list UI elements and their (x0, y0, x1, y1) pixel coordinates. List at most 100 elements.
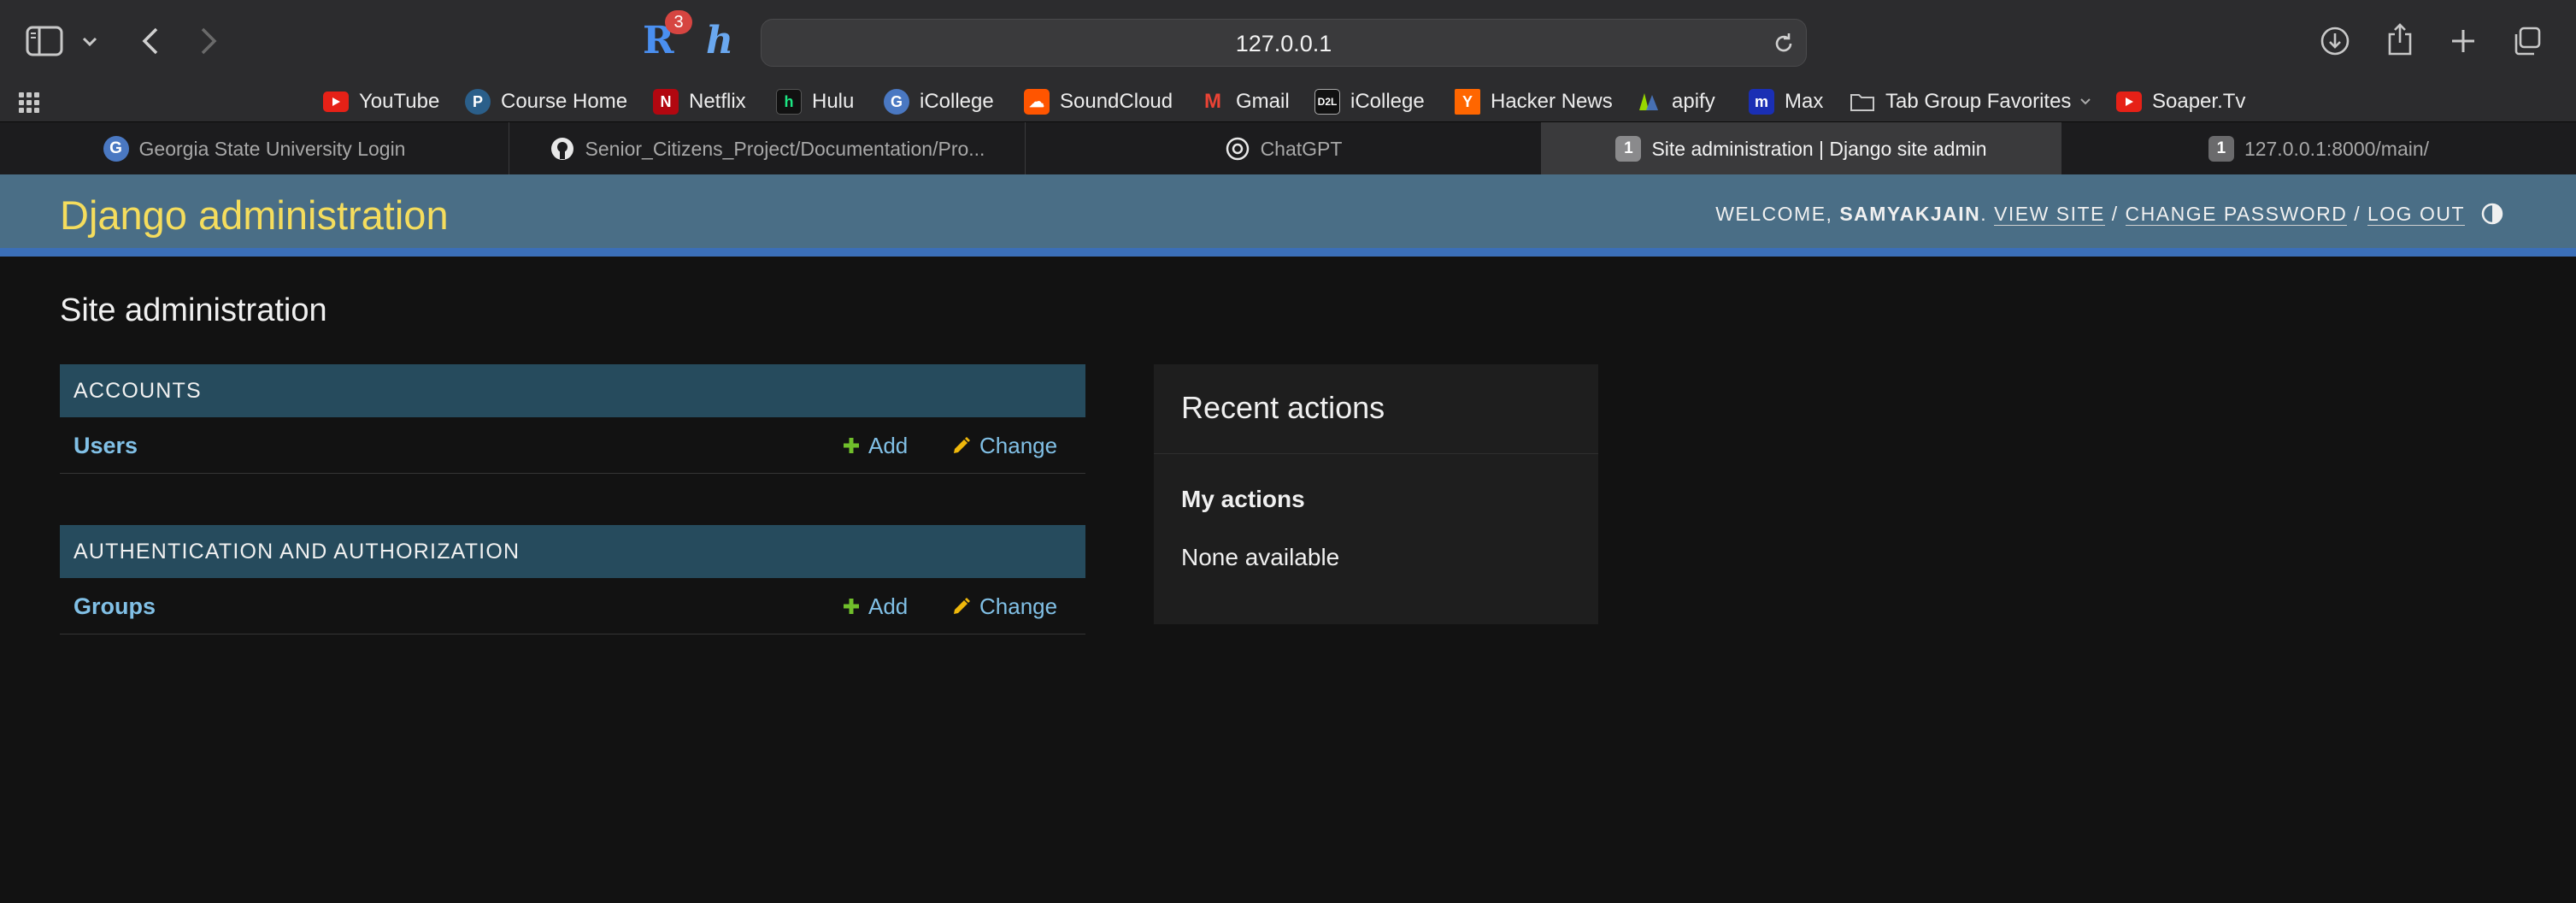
module-caption[interactable]: AUTHENTICATION AND AUTHORIZATION (60, 525, 1085, 578)
hulu-icon: h (776, 89, 802, 115)
tab-strip: G Georgia State University Login Senior_… (0, 121, 2576, 175)
bookmark-hacker-news[interactable]: Y Hacker News (1455, 86, 1613, 118)
bookmark-label: apify (1672, 90, 1715, 113)
log-out-link[interactable]: LOG OUT (2367, 203, 2465, 226)
bookmark-youtube[interactable]: YouTube (323, 86, 439, 118)
gmail-icon: M (1204, 90, 1221, 113)
user-tools: WELCOME, SAMYAKJAIN. VIEW SITE / CHANGE … (1715, 174, 2465, 248)
hacker-news-icon: Y (1455, 89, 1480, 115)
bookmark-label: Netflix (689, 90, 746, 113)
extension-badge: 3 (665, 10, 692, 34)
model-row-groups: Groups Add Change (60, 578, 1085, 634)
add-users-button[interactable]: Add (843, 417, 908, 474)
module-caption[interactable]: ACCOUNTS (60, 364, 1085, 417)
address-bar[interactable]: 127.0.0.1 (761, 19, 1807, 67)
tab-label: ChatGPT (1260, 137, 1343, 160)
username: SAMYAKJAIN (1839, 203, 1981, 225)
bookmark-icollege[interactable]: G iCollege (884, 86, 994, 118)
download-icon[interactable] (2318, 24, 2352, 58)
bookmark-soundcloud[interactable]: ☁ SoundCloud (1024, 86, 1173, 118)
bookmarks-bar: YouTube P Course Home N Netflix h Hulu G… (0, 82, 2576, 121)
bookmark-max[interactable]: m Max (1749, 86, 1823, 118)
page-title: Site administration (60, 292, 327, 328)
gsu-icon: G (103, 136, 129, 162)
model-row-users: Users Add Change (60, 417, 1085, 474)
netflix-icon: N (653, 89, 679, 115)
pencil-icon (954, 437, 970, 453)
change-password-link[interactable]: CHANGE PASSWORD (2125, 203, 2348, 226)
tab-chatgpt[interactable]: ChatGPT (1026, 122, 1542, 175)
model-link-groups[interactable]: Groups (74, 578, 156, 634)
chevron-down-icon (2080, 98, 2091, 105)
model-link-users[interactable]: Users (74, 417, 138, 474)
tab-overview-icon[interactable] (2509, 24, 2544, 58)
soaper-icon (2116, 91, 2142, 112)
max-icon: m (1749, 89, 1774, 115)
change-label: Change (979, 593, 1058, 619)
site-branding[interactable]: Django administration (60, 174, 449, 248)
soundcloud-icon: ☁ (1024, 89, 1050, 115)
local-tab-icon: 1 (2208, 136, 2234, 162)
separator: / (2111, 203, 2119, 225)
youtube-icon (323, 91, 349, 112)
add-label: Add (868, 432, 909, 458)
bookmark-netflix[interactable]: N Netflix (653, 86, 746, 118)
change-groups-button[interactable]: Change (952, 578, 1057, 634)
apify-icon (1636, 89, 1661, 115)
forward-arrow-icon[interactable] (195, 22, 222, 60)
tab-django-admin[interactable]: 1 Site administration | Django site admi… (1542, 122, 2061, 175)
empty-state-text: None available (1181, 544, 1340, 570)
github-icon (550, 136, 575, 162)
tab-label: Georgia State University Login (138, 137, 406, 160)
bookmark-gmail[interactable]: M Gmail (1200, 86, 1290, 118)
bookmark-label: Max (1785, 90, 1824, 113)
back-arrow-icon[interactable] (137, 22, 164, 60)
view-site-link[interactable]: VIEW SITE (1994, 203, 2105, 226)
pencil-icon (954, 598, 970, 614)
divider (1154, 453, 1598, 454)
add-groups-button[interactable]: Add (843, 578, 908, 634)
bookmark-hulu[interactable]: h Hulu (776, 86, 854, 118)
tab-gsu-login[interactable]: G Georgia State University Login (0, 122, 509, 175)
tab-label: Site administration | Django site admin (1651, 137, 1987, 160)
gsu-icon: G (884, 89, 909, 115)
bookmark-label: Tab Group Favorites (1885, 90, 2072, 113)
share-icon[interactable] (2383, 21, 2417, 58)
bookmark-soaper-tv[interactable]: Soaper.Tv (2116, 86, 2245, 118)
apps-grid-icon[interactable] (19, 92, 39, 113)
bookmark-label: SoundCloud (1060, 90, 1173, 113)
bookmark-folder-tab-group-favorites[interactable]: Tab Group Favorites (1850, 86, 2091, 118)
chatgpt-icon (1225, 136, 1250, 162)
extension-h-icon[interactable]: h (706, 19, 740, 63)
module-auth: AUTHENTICATION AND AUTHORIZATION Groups … (60, 525, 1085, 634)
header-stripe (0, 248, 2576, 257)
tab-label: 127.0.0.1:8000/main/ (2244, 137, 2430, 160)
theme-toggle-icon[interactable] (2480, 202, 2504, 226)
url-text[interactable]: 127.0.0.1 (762, 20, 1806, 68)
bookmark-icollege-d2l[interactable]: D2L iCollege (1314, 86, 1425, 118)
bookmark-course-home[interactable]: P Course Home (465, 86, 627, 118)
recent-actions-title: Recent actions (1181, 390, 1385, 425)
add-icon (844, 438, 859, 453)
new-tab-icon[interactable] (2446, 24, 2480, 58)
django-tab-icon: 1 (1615, 136, 1642, 162)
tab-local-main[interactable]: 1 127.0.0.1:8000/main/ (2061, 122, 2576, 175)
add-label: Add (868, 593, 909, 619)
change-label: Change (979, 432, 1058, 458)
separator: / (2354, 203, 2361, 225)
tab-label: Senior_Citizens_Project/Documentation/Pr… (585, 137, 985, 160)
period: . (1980, 203, 1988, 225)
chevron-down-icon[interactable] (79, 31, 101, 53)
bookmark-apify[interactable]: apify (1636, 86, 1715, 118)
recent-actions-panel: Recent actions My actions None available (1154, 364, 1598, 624)
bookmark-label: Soaper.Tv (2152, 90, 2246, 113)
bookmark-label: Hacker News (1491, 90, 1613, 113)
bookmark-label: Hulu (812, 90, 855, 113)
change-users-button[interactable]: Change (952, 417, 1057, 474)
welcome-text: WELCOME, (1715, 203, 1833, 225)
sidebar-toggle-icon[interactable] (24, 24, 65, 58)
tab-github[interactable]: Senior_Citizens_Project/Documentation/Pr… (509, 122, 1026, 175)
reload-icon[interactable] (1772, 32, 1796, 56)
bookmark-label: iCollege (1350, 90, 1425, 113)
folder-icon (1850, 89, 1875, 115)
